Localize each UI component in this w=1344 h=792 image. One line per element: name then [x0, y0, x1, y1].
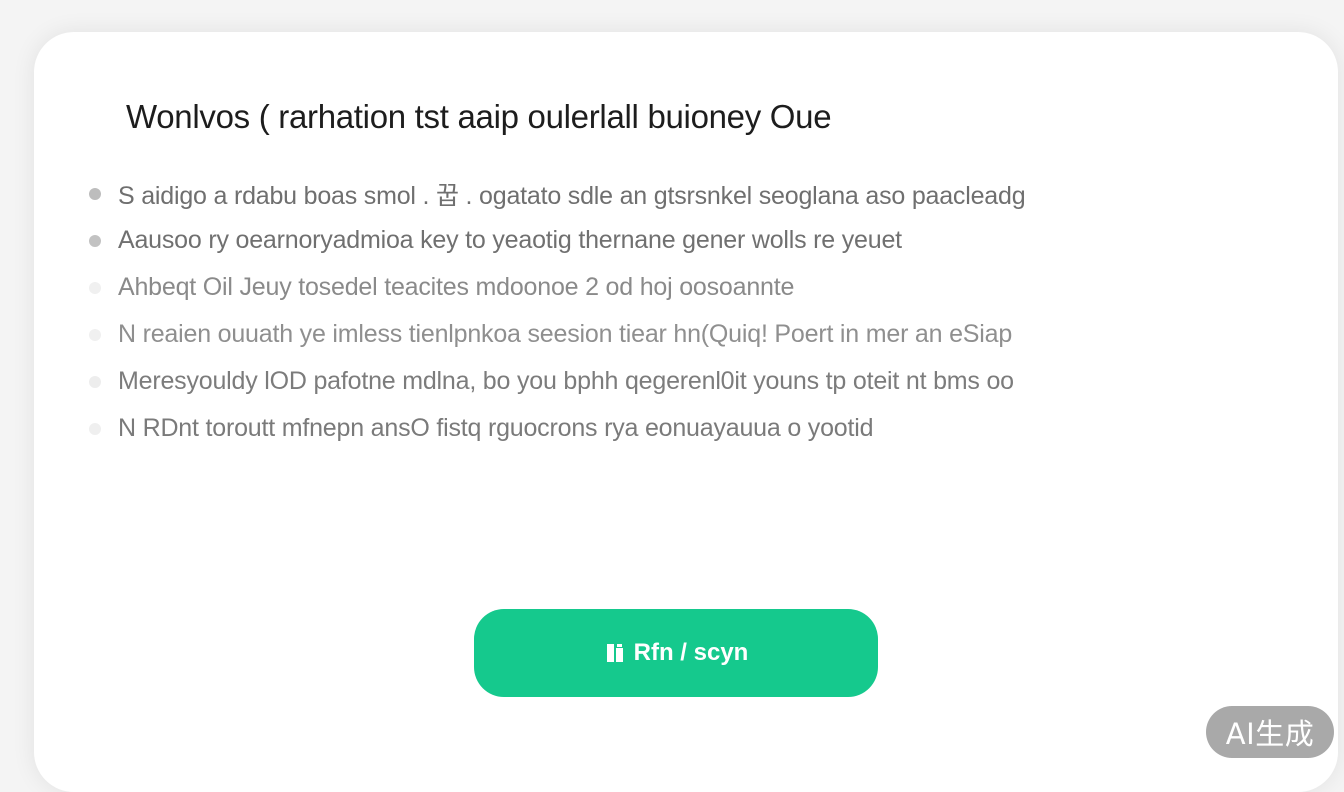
bullet-text: Meresyouldy lOD pafotne mdlna, bo you bp…: [118, 367, 1014, 395]
dialog-card: Wonlvos ( rarhation tst aaip oulerlall b…: [34, 32, 1338, 792]
bullet-icon: [89, 187, 101, 200]
bullet-text: Aausoo ry oearnoryadmioa key to yeaotig …: [118, 226, 902, 254]
bullet-text: S aidigo a rdabu boas smol . 꿉 . ogatato…: [118, 181, 1026, 210]
primary-action-label: Rfn / scyn: [633, 639, 749, 666]
bullet-icon: [89, 328, 101, 341]
bullet-text: N RDnt toroutt mfnepn ansO fistq rguocro…: [118, 414, 874, 442]
bullet-icon: [89, 281, 101, 294]
primary-action-button[interactable]: Rfn / scyn: [474, 609, 878, 697]
bullet-text: Ahbeqt Oil Jeuy tosedel teacites mdoonoe…: [118, 273, 795, 301]
bullet-icon: [89, 375, 101, 388]
ai-generated-badge: AI生成: [1206, 706, 1334, 758]
dialog-title: Wonlvos ( rarhation tst aaip oulerlall b…: [126, 98, 832, 135]
bullet-text: N reaien ouuath ye imless tienlpnkoa see…: [118, 320, 1013, 348]
bullet-icon: [89, 422, 101, 435]
bullet-icon: [89, 234, 101, 247]
document-icon: [604, 642, 626, 664]
